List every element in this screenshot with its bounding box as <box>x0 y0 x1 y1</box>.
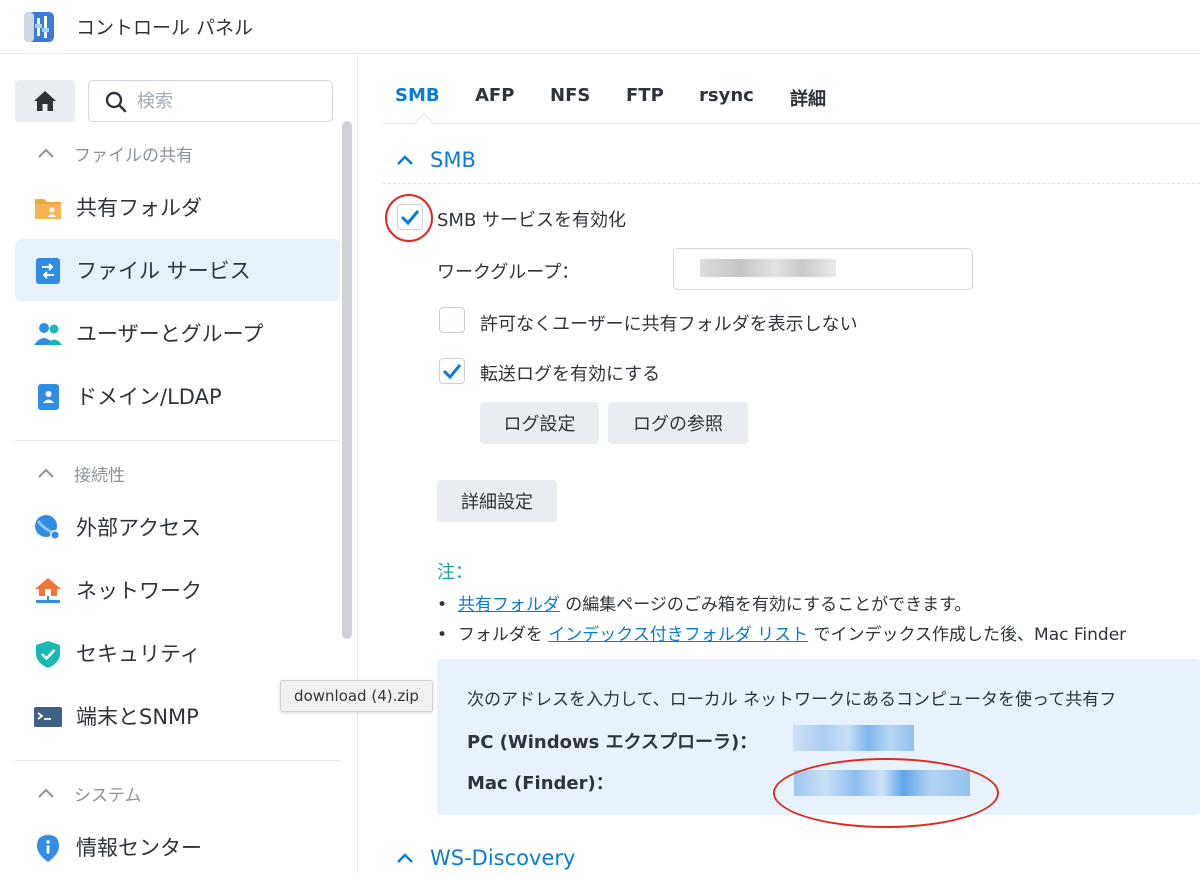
search-icon <box>105 91 127 113</box>
sidebar-item-label: 情報センター <box>76 836 202 860</box>
hide-shares-checkbox[interactable] <box>439 307 465 333</box>
info-text: 次のアドレスを入力して、ローカル ネットワークにあるコンピュータを使って共有フ <box>467 690 1117 710</box>
section-header-system[interactable]: システム <box>38 780 142 806</box>
tab-advanced[interactable]: 詳細 <box>790 85 826 111</box>
red-circle-annotation <box>385 194 433 242</box>
security-icon <box>36 641 60 668</box>
title-bar: コントロール パネル <box>0 0 1200 54</box>
download-tooltip: download (4).zip <box>280 680 433 712</box>
tab-bar: SMB AFP NFS FTP rsync 詳細 <box>383 72 1200 133</box>
sidebar-item-label: 共有フォルダ <box>76 196 202 220</box>
redacted-pc-address <box>793 725 914 751</box>
view-logs-button[interactable]: ログの参照 <box>608 402 748 444</box>
sidebar-item-external-access[interactable]: 外部アクセス <box>15 496 340 558</box>
redacted-value <box>700 259 836 277</box>
domain-icon <box>38 384 59 410</box>
active-tab-indicator <box>414 113 434 133</box>
pc-address-label: PC (Windows エクスプローラ)： <box>467 732 758 753</box>
sidebar-item-file-services[interactable]: ファイル サービス <box>15 239 340 301</box>
sidebar-item-label: 端末とSNMP <box>76 705 199 729</box>
workgroup-field[interactable] <box>673 248 973 290</box>
search-box[interactable] <box>88 80 333 122</box>
info-icon <box>37 835 59 862</box>
sidebar-divider <box>15 440 340 441</box>
chevron-up-icon <box>38 788 54 798</box>
transfer-log-label: 転送ログを有効にする <box>480 364 661 385</box>
sidebar-scrollbar[interactable] <box>342 121 352 639</box>
checkmark-icon <box>442 364 462 380</box>
sidebar-item-network[interactable]: ネットワーク <box>15 559 340 621</box>
search-input[interactable] <box>137 89 317 113</box>
network-icon <box>35 578 61 603</box>
workgroup-label: ワークグループ： <box>437 262 580 283</box>
log-settings-button[interactable]: ログ設定 <box>480 402 599 444</box>
sidebar-item-info-center[interactable]: 情報センター <box>15 816 340 878</box>
section-header-file-sharing[interactable]: ファイルの共有 <box>38 140 193 166</box>
chevron-up-icon <box>38 148 54 158</box>
red-ellipse-annotation <box>773 758 999 828</box>
section-title-label: SMB <box>430 148 476 172</box>
tab-ftp[interactable]: FTP <box>626 85 664 106</box>
control-panel-icon <box>24 12 54 42</box>
advanced-settings-button[interactable]: 詳細設定 <box>437 480 557 522</box>
section-label: システム <box>74 785 142 806</box>
note-title: 注： <box>437 562 473 583</box>
mac-address-label: Mac (Finder)： <box>467 773 614 794</box>
tab-afp[interactable]: AFP <box>475 85 514 106</box>
enable-smb-label: SMB サービスを有効化 <box>437 210 627 231</box>
chevron-up-icon <box>397 155 413 165</box>
tab-nfs[interactable]: NFS <box>550 85 590 106</box>
section-header-connectivity[interactable]: 接続性 <box>38 460 125 486</box>
sidebar-item-label: ファイル サービス <box>76 259 251 283</box>
section-label: ファイルの共有 <box>74 145 193 166</box>
sidebar-item-shared-folder[interactable]: 共有フォルダ <box>15 176 340 238</box>
folder-icon <box>35 199 61 219</box>
terminal-icon <box>34 707 62 727</box>
sidebar-item-security[interactable]: セキュリティ <box>15 622 340 684</box>
tab-smb[interactable]: SMB <box>395 85 440 106</box>
users-icon <box>34 323 62 345</box>
hide-shares-label: 許可なくユーザーに共有フォルダを表示しない <box>480 314 858 335</box>
chevron-up-icon <box>397 853 413 863</box>
ws-discovery-section-header[interactable]: WS-Discovery <box>397 846 575 870</box>
section-title-label: WS-Discovery <box>430 846 576 870</box>
sidebar-item-label: ネットワーク <box>76 579 202 603</box>
file-services-icon <box>36 258 60 284</box>
section-divider <box>383 183 1200 184</box>
sidebar-item-users-groups[interactable]: ユーザーとグループ <box>15 302 340 364</box>
transfer-log-checkbox[interactable] <box>439 358 465 384</box>
sidebar-item-label: セキュリティ <box>76 642 201 666</box>
sidebar-item-label: 外部アクセス <box>76 516 201 540</box>
shared-folder-link[interactable]: 共有フォルダ <box>458 595 560 615</box>
smb-section-header[interactable]: SMB <box>397 148 476 172</box>
home-icon <box>34 91 56 111</box>
tab-rsync[interactable]: rsync <box>699 85 754 106</box>
note-item-1: • 共有フォルダ の編集ページのごみ箱を有効にすることができます。 <box>437 595 972 615</box>
section-label: 接続性 <box>74 465 125 486</box>
chevron-up-icon <box>38 468 54 478</box>
sidebar-item-label: ドメイン/LDAP <box>76 385 222 409</box>
external-access-icon <box>35 515 60 540</box>
sidebar-item-domain-ldap[interactable]: ドメイン/LDAP <box>15 365 340 427</box>
sidebar-item-label: ユーザーとグループ <box>76 322 264 346</box>
home-button[interactable] <box>15 80 75 122</box>
note-text: フォルダを <box>457 625 549 645</box>
window-title: コントロール パネル <box>76 17 254 39</box>
note-item-2: • フォルダを インデックス付きフォルダ リスト でインデックス作成した後、Ma… <box>437 625 1127 645</box>
sidebar-divider <box>15 760 340 761</box>
sidebar: ファイルの共有 共有フォルダ ファイル サービス ユーザーとグループ <box>0 55 358 873</box>
indexed-folder-list-link[interactable]: インデックス付きフォルダ リスト <box>548 625 808 645</box>
note-text: の編集ページのごみ箱を有効にすることができます。 <box>559 595 972 615</box>
note-text: でインデックス作成した後、Mac Finder <box>808 625 1127 645</box>
